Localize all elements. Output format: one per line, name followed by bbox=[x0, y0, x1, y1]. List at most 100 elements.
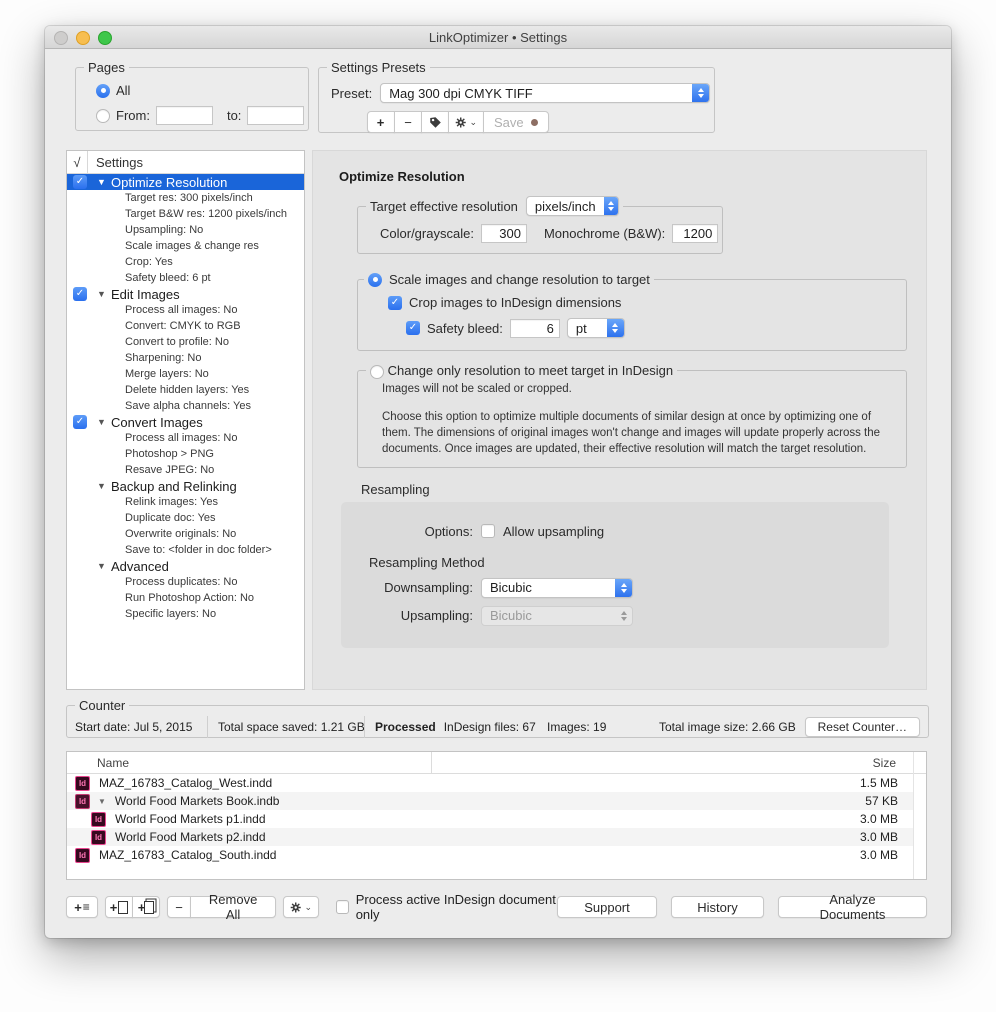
pages-from-input[interactable] bbox=[156, 106, 213, 125]
upsampling-row: Upsampling: Bicubic bbox=[341, 606, 889, 626]
change-resolution-radio[interactable] bbox=[370, 365, 384, 379]
tree-item-row[interactable]: Scale images & change res bbox=[67, 238, 304, 254]
footer-actions: Support History Analyze Documents bbox=[557, 896, 927, 918]
tree-section-row[interactable]: ▼Advanced bbox=[67, 558, 304, 574]
support-button[interactable]: Support bbox=[557, 896, 657, 918]
remove-button[interactable]: − bbox=[167, 896, 191, 918]
disclosure-triangle-icon[interactable]: ▼ bbox=[97, 417, 109, 427]
allow-upsampling-checkbox[interactable] bbox=[481, 524, 495, 538]
tree-item-row[interactable]: Delete hidden layers: Yes bbox=[67, 382, 304, 398]
indd-file-icon: Id bbox=[75, 848, 90, 863]
reset-counter-button[interactable]: Reset Counter… bbox=[805, 717, 920, 737]
file-size: 3.0 MB bbox=[860, 812, 898, 826]
table-row[interactable]: IdMAZ_16783_Catalog_South.indd3.0 MB bbox=[67, 846, 914, 864]
tree-section-row[interactable]: ✓▼Convert Images bbox=[67, 414, 304, 430]
counter-item: Total image size: 2.66 GB bbox=[659, 720, 805, 734]
tree-item-row[interactable]: Resave JPEG: No bbox=[67, 462, 304, 478]
tree-item-row[interactable]: Save to: <folder in doc folder> bbox=[67, 542, 304, 558]
tree-item-row[interactable]: Target B&W res: 1200 pixels/inch bbox=[67, 206, 304, 222]
tree-item-row[interactable]: Convert to profile: No bbox=[67, 334, 304, 350]
tree-item-row[interactable]: Specific layers: No bbox=[67, 606, 304, 622]
resampling-options-row: Options: Allow upsampling bbox=[341, 524, 889, 539]
tree-item-row[interactable]: Process all images: No bbox=[67, 302, 304, 318]
add-list-button[interactable]: +≡ bbox=[66, 896, 98, 918]
disclosure-triangle-icon[interactable]: ▼ bbox=[97, 481, 109, 491]
check-icon: ✓ bbox=[76, 289, 84, 299]
counter-item-text: Start date: Jul 5, 2015 bbox=[75, 720, 192, 734]
target-values-row: Color/grayscale: Monochrome (B&W): bbox=[380, 224, 722, 243]
process-active-checkbox[interactable] bbox=[336, 900, 349, 914]
disclosure-triangle-icon[interactable]: ▼ bbox=[97, 177, 109, 187]
tree-item-row[interactable]: Upsampling: No bbox=[67, 222, 304, 238]
tree-section-checkbox[interactable]: ✓ bbox=[73, 415, 87, 429]
tree-item-label: Process duplicates: No bbox=[125, 576, 238, 588]
tree-item-row[interactable]: Sharpening: No bbox=[67, 350, 304, 366]
tree-item-row[interactable]: Merge layers: No bbox=[67, 366, 304, 382]
tree-item-label: Delete hidden layers: Yes bbox=[125, 384, 249, 396]
history-button[interactable]: History bbox=[671, 896, 764, 918]
tree-item-row[interactable]: Relink images: Yes bbox=[67, 494, 304, 510]
color-grayscale-input[interactable] bbox=[481, 224, 527, 243]
change-resolution-note: Images will not be scaled or cropped. bbox=[382, 381, 887, 397]
pages-from-radio[interactable] bbox=[96, 109, 110, 123]
name-column-header[interactable]: Name bbox=[67, 756, 129, 770]
tree-section-row[interactable]: ▼Backup and Relinking bbox=[67, 478, 304, 494]
scale-images-radio[interactable] bbox=[368, 273, 382, 287]
tree-item-row[interactable]: Run Photoshop Action: No bbox=[67, 590, 304, 606]
preset-add-button[interactable]: + bbox=[367, 111, 395, 133]
close-window-icon[interactable] bbox=[54, 31, 68, 45]
tree-item-row[interactable]: Duplicate doc: Yes bbox=[67, 510, 304, 526]
tree-item-row[interactable]: Overwrite originals: No bbox=[67, 526, 304, 542]
preset-label: Preset: bbox=[331, 86, 372, 101]
target-resolution-group: Target effective resolution pixels/inch … bbox=[357, 196, 723, 254]
tree-section-checkbox[interactable]: ✓ bbox=[73, 287, 87, 301]
crop-checkbox[interactable]: ✓ bbox=[388, 296, 402, 310]
remove-all-button[interactable]: Remove All bbox=[190, 896, 276, 918]
monochrome-input[interactable] bbox=[672, 224, 718, 243]
bleed-unit-select[interactable]: pt bbox=[567, 318, 625, 338]
table-row[interactable]: IdWorld Food Markets p1.indd3.0 MB bbox=[67, 810, 914, 828]
disclosure-triangle-icon[interactable]: ▼ bbox=[98, 797, 106, 806]
size-column-header[interactable]: Size bbox=[873, 756, 896, 770]
tree-item-row[interactable]: Process duplicates: No bbox=[67, 574, 304, 590]
preset-gear-button[interactable]: ⌄ bbox=[448, 111, 484, 133]
preset-select[interactable]: Mag 300 dpi CMYK TIFF bbox=[380, 83, 710, 103]
tree-item-row[interactable]: Safety bleed: 6 pt bbox=[67, 270, 304, 286]
downsampling-select[interactable]: Bicubic bbox=[481, 578, 633, 598]
pages-to-input[interactable] bbox=[247, 106, 304, 125]
tree-item-label: Relink images: Yes bbox=[125, 496, 218, 508]
table-row[interactable]: IdWorld Food Markets p2.indd3.0 MB bbox=[67, 828, 914, 846]
tree-section-checkbox[interactable]: ✓ bbox=[73, 175, 87, 189]
tree-item-row[interactable]: Process all images: No bbox=[67, 430, 304, 446]
column-divider[interactable] bbox=[431, 752, 432, 773]
minimize-window-icon[interactable] bbox=[76, 31, 90, 45]
tree-item-label: Convert: CMYK to RGB bbox=[125, 320, 241, 332]
safety-bleed-checkbox[interactable]: ✓ bbox=[406, 321, 420, 335]
disclosure-triangle-icon[interactable]: ▼ bbox=[97, 289, 109, 299]
tree-section-row[interactable]: ✓▼Optimize Resolution bbox=[67, 174, 304, 190]
unsaved-dot-icon bbox=[531, 119, 538, 126]
add-documents-button[interactable]: + bbox=[132, 896, 160, 918]
footer-gear-button[interactable]: ⌄ bbox=[283, 896, 319, 918]
pages-all-radio[interactable] bbox=[96, 84, 110, 98]
add-document-button[interactable]: + bbox=[105, 896, 133, 918]
preset-tag-button[interactable] bbox=[421, 111, 449, 133]
tree-item-row[interactable]: Crop: Yes bbox=[67, 254, 304, 270]
tree-item-row[interactable]: Save alpha channels: Yes bbox=[67, 398, 304, 414]
preset-save-button[interactable]: Save bbox=[483, 111, 549, 133]
tree-section-checkbox-slot: ✓ bbox=[73, 415, 87, 429]
disclosure-triangle-icon[interactable]: ▼ bbox=[97, 561, 109, 571]
preset-remove-button[interactable]: − bbox=[394, 111, 422, 133]
resolution-unit-value: pixels/inch bbox=[527, 199, 604, 214]
title-bar[interactable]: LinkOptimizer • Settings bbox=[45, 26, 951, 49]
safety-bleed-input[interactable] bbox=[510, 319, 560, 338]
table-row[interactable]: Id▼World Food Markets Book.indb57 KB bbox=[67, 792, 914, 810]
tree-item-row[interactable]: Photoshop > PNG bbox=[67, 446, 304, 462]
resolution-unit-select[interactable]: pixels/inch bbox=[526, 196, 619, 216]
tree-item-row[interactable]: Convert: CMYK to RGB bbox=[67, 318, 304, 334]
tree-section-row[interactable]: ✓▼Edit Images bbox=[67, 286, 304, 302]
analyze-documents-button[interactable]: Analyze Documents bbox=[778, 896, 927, 918]
tree-item-row[interactable]: Target res: 300 pixels/inch bbox=[67, 190, 304, 206]
zoom-window-icon[interactable] bbox=[98, 31, 112, 45]
table-row[interactable]: IdMAZ_16783_Catalog_West.indd1.5 MB bbox=[67, 774, 914, 792]
